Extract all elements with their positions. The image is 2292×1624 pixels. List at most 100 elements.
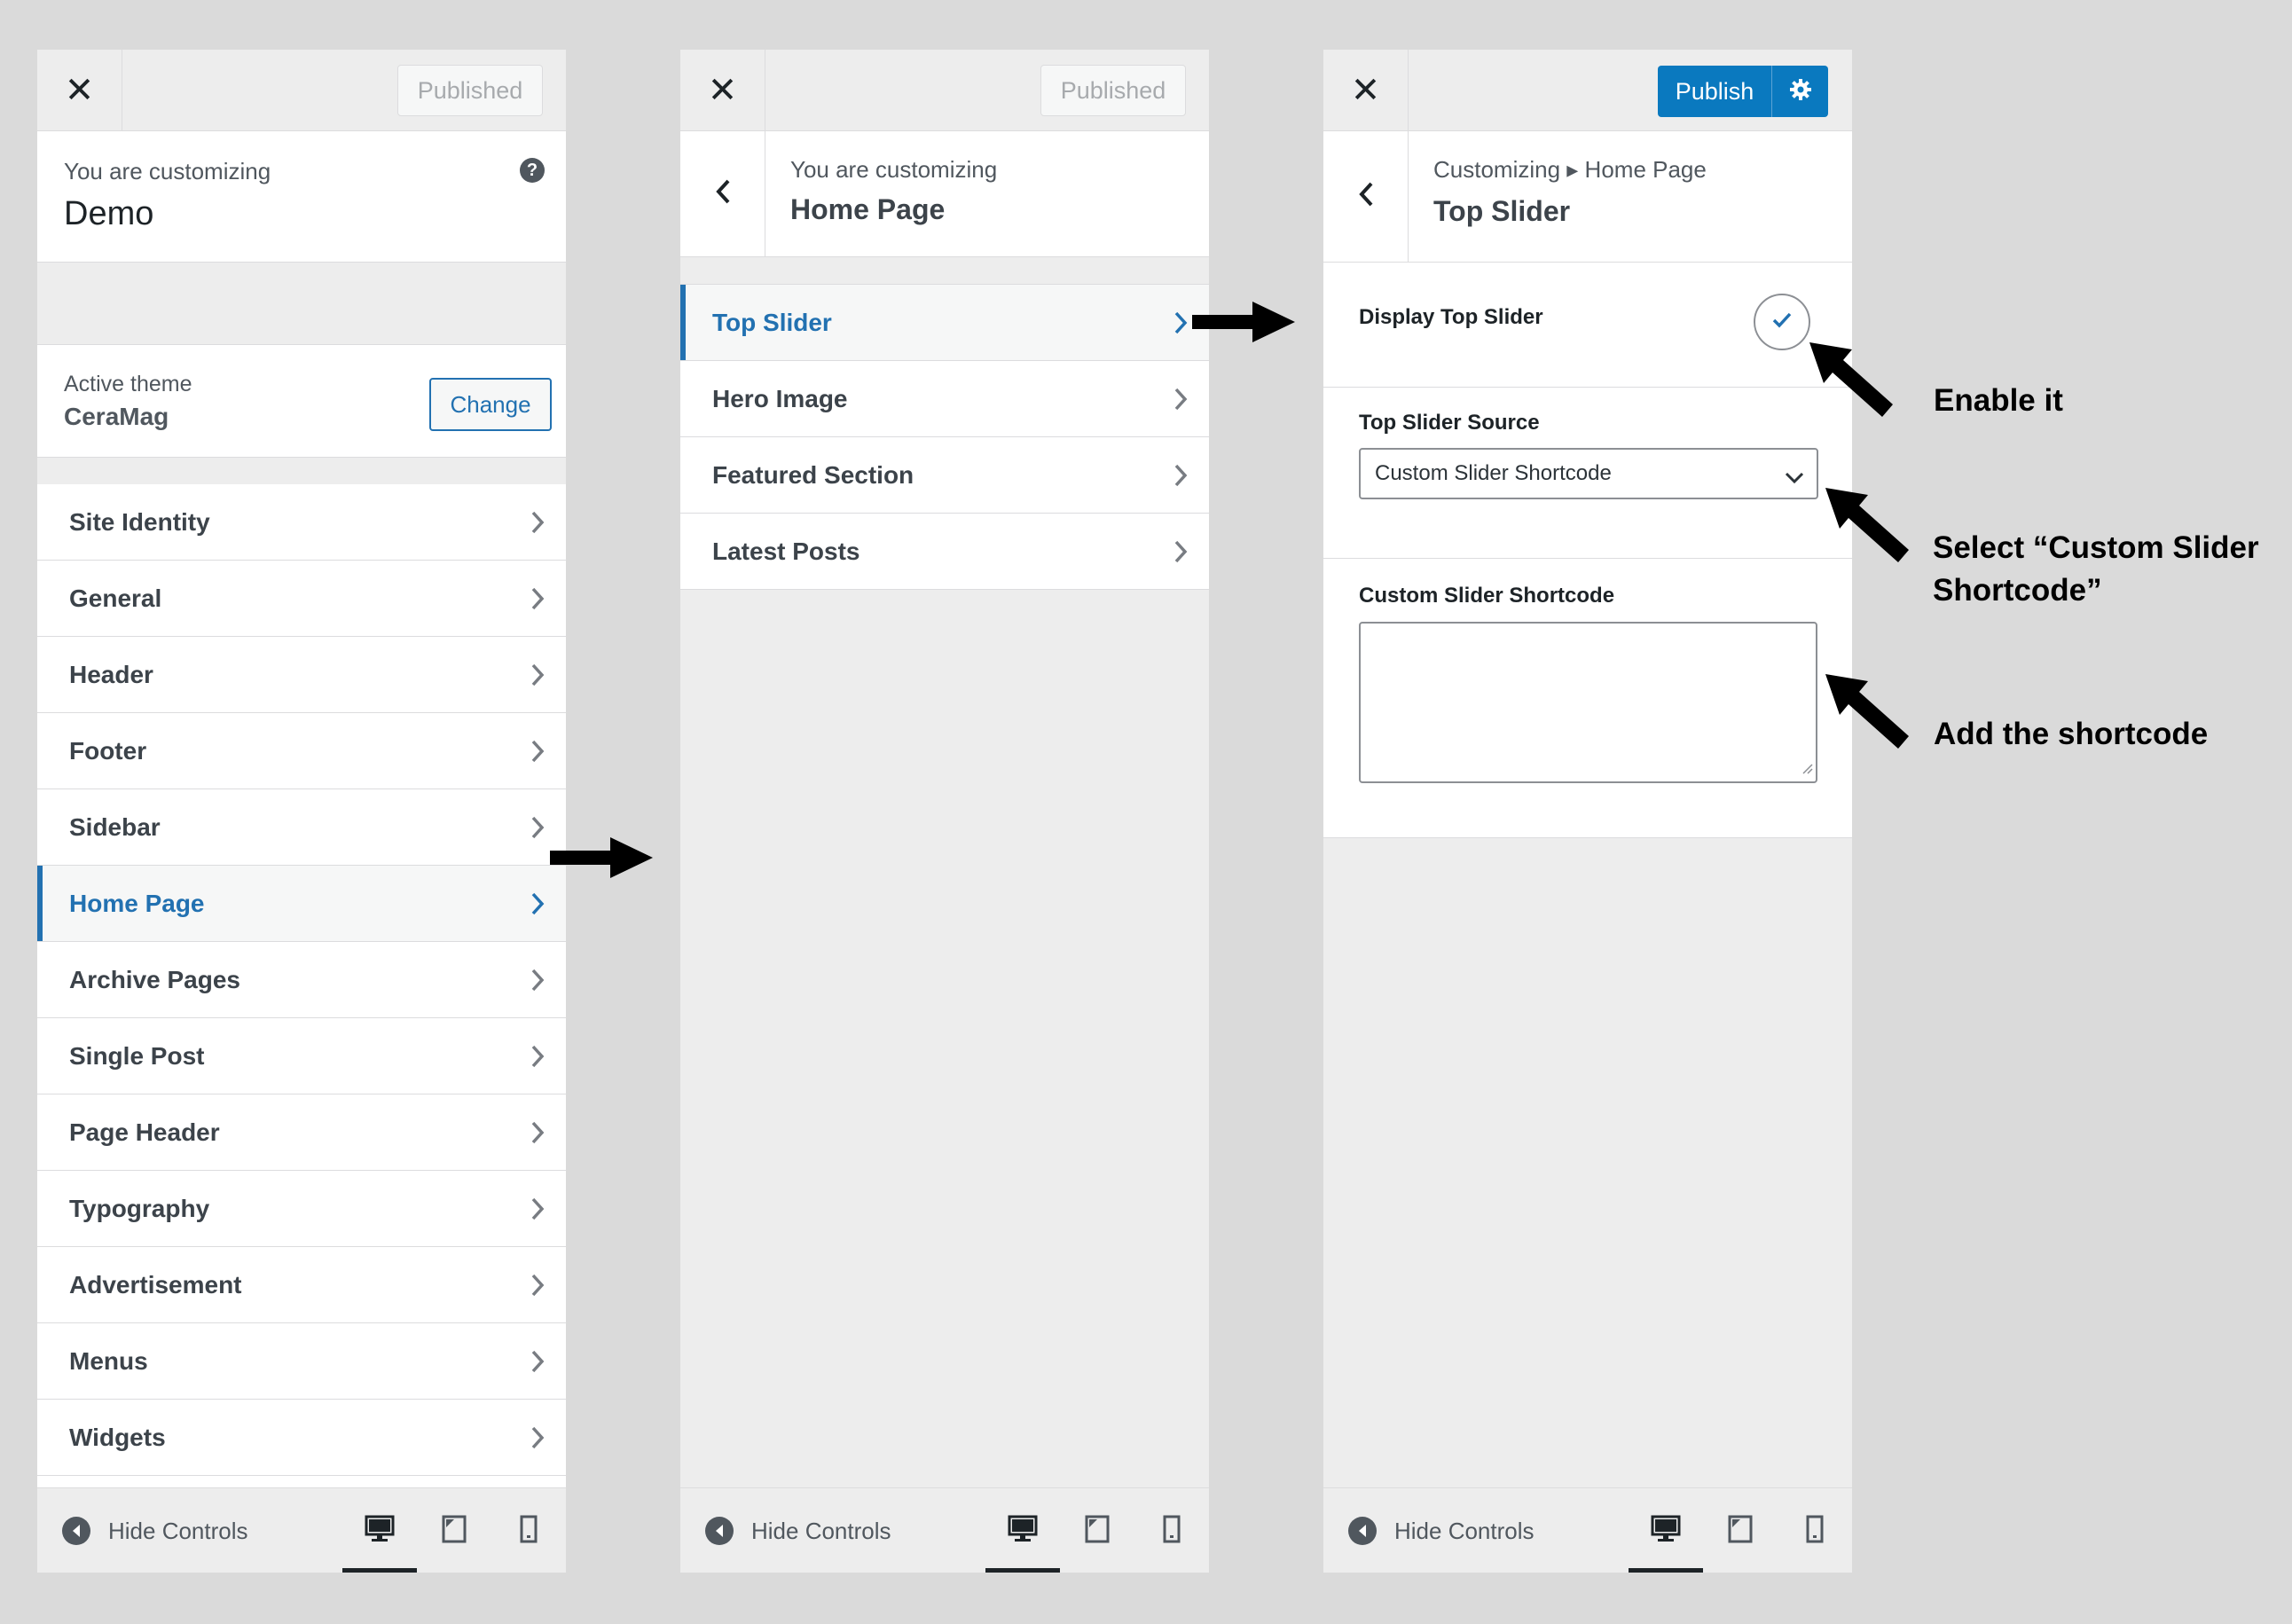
section-item-label: General xyxy=(69,584,162,612)
resize-handle-icon[interactable] xyxy=(1801,762,1813,779)
chevron-right-icon xyxy=(530,663,545,694)
panel-header: You are customizing Home Page xyxy=(680,131,1209,257)
section-item[interactable]: Top Slider xyxy=(680,285,1209,361)
section-item[interactable]: Home Page xyxy=(37,866,566,942)
close-icon[interactable]: ✕ xyxy=(1323,50,1409,131)
theme-name: CeraMag xyxy=(64,403,169,430)
section-item[interactable]: General xyxy=(37,561,566,637)
chevron-right-icon xyxy=(1173,539,1188,570)
tablet-preview-button[interactable] xyxy=(1060,1488,1134,1573)
section-item-label: Menus xyxy=(69,1346,148,1375)
collapse-icon xyxy=(1348,1517,1377,1545)
arrow-right-icon xyxy=(1192,302,1295,342)
back-button[interactable] xyxy=(1323,131,1409,262)
tablet-preview-button[interactable] xyxy=(1703,1488,1778,1573)
collapse-icon xyxy=(62,1517,90,1545)
publish-button[interactable]: Publish xyxy=(1658,78,1771,106)
section-item[interactable]: Sidebar xyxy=(37,789,566,866)
desktop-icon xyxy=(1008,1515,1038,1548)
section-item[interactable]: Advertisement xyxy=(37,1247,566,1323)
section-title: Home Page xyxy=(790,193,946,225)
section-item[interactable]: Footer xyxy=(37,713,566,789)
tablet-icon xyxy=(442,1515,467,1548)
published-button: Published xyxy=(397,65,543,116)
display-top-slider-label: Display Top Slider xyxy=(1359,305,1543,329)
top-slider-source-select[interactable]: Custom Slider Shortcode xyxy=(1359,448,1818,499)
annotation-select-line1: Select “Custom Slider xyxy=(1933,530,2259,565)
back-button[interactable] xyxy=(680,131,765,256)
chevron-right-icon xyxy=(530,1044,545,1075)
desktop-icon xyxy=(365,1515,395,1548)
display-top-slider-checkbox[interactable] xyxy=(1754,294,1810,350)
select-value: Custom Slider Shortcode xyxy=(1375,461,1612,485)
breadcrumb: Customizing ▸ Home Page xyxy=(1433,156,1707,183)
section-list: Site Identity General Header Footer Sidebar H… xyxy=(37,484,566,1552)
customizer-panel-top-slider: ✕ Publish Customizing ▸ Home Page Top Sl… xyxy=(1323,50,1852,1573)
section-item-label: Top Slider xyxy=(712,308,832,336)
chevron-down-icon xyxy=(1785,466,1804,490)
section-item[interactable]: Featured Section xyxy=(680,437,1209,514)
section-item-label: Featured Section xyxy=(712,460,914,489)
publish-settings-button[interactable] xyxy=(1772,78,1828,106)
checkmark-icon xyxy=(1771,311,1793,333)
mobile-preview-button[interactable] xyxy=(1134,1488,1209,1573)
desktop-preview-button[interactable] xyxy=(342,1488,417,1573)
device-switcher xyxy=(985,1488,1209,1573)
customizer-panel-main: ✕ Published You are customizing Demo ? A… xyxy=(37,50,566,1573)
mobile-preview-button[interactable] xyxy=(1778,1488,1852,1573)
section-item[interactable]: Site Identity xyxy=(37,484,566,561)
collapse-icon xyxy=(705,1517,734,1545)
custom-slider-shortcode-textarea[interactable] xyxy=(1359,622,1817,783)
desktop-icon xyxy=(1651,1515,1681,1548)
site-title: Demo xyxy=(64,195,154,232)
hide-controls-button[interactable]: Hide Controls xyxy=(1348,1488,1535,1573)
section-item-label: Sidebar xyxy=(69,812,161,841)
section-item-label: Footer xyxy=(69,736,147,765)
section-item-label: Header xyxy=(69,660,153,688)
section-item[interactable]: Widgets xyxy=(37,1400,566,1476)
hide-controls-button[interactable]: Hide Controls xyxy=(62,1488,248,1573)
section-item-label: Page Header xyxy=(69,1118,220,1146)
mobile-icon xyxy=(1806,1515,1824,1548)
annotation-enable: Enable it xyxy=(1934,383,2063,418)
help-icon[interactable]: ? xyxy=(520,158,545,183)
mobile-icon xyxy=(1163,1515,1181,1548)
section-title: Top Slider xyxy=(1433,195,1571,227)
chevron-right-icon xyxy=(530,891,545,922)
customizer-header: ✕ Published xyxy=(37,50,566,131)
customizer-header: ✕ Publish xyxy=(1323,50,1852,131)
section-item-label: Home Page xyxy=(69,889,205,917)
section-item[interactable]: Single Post xyxy=(37,1018,566,1094)
desktop-preview-button[interactable] xyxy=(985,1488,1060,1573)
desktop-preview-button[interactable] xyxy=(1629,1488,1703,1573)
top-slider-source-control: Top Slider Source Custom Slider Shortcod… xyxy=(1323,388,1852,559)
section-item[interactable]: Menus xyxy=(37,1323,566,1400)
tablet-icon xyxy=(1085,1515,1110,1548)
chevron-right-icon xyxy=(1173,387,1188,418)
active-theme-label: Active theme xyxy=(64,372,192,396)
section-item[interactable]: Latest Posts xyxy=(680,514,1209,590)
section-item[interactable]: Archive Pages xyxy=(37,942,566,1018)
mobile-icon xyxy=(520,1515,538,1548)
close-icon[interactable]: ✕ xyxy=(37,50,122,131)
customizer-header: ✕ Published xyxy=(680,50,1209,131)
chevron-right-icon xyxy=(530,586,545,617)
tablet-preview-button[interactable] xyxy=(417,1488,491,1573)
section-item[interactable]: Typography xyxy=(37,1171,566,1247)
section-item[interactable]: Header xyxy=(37,637,566,713)
chevron-left-icon xyxy=(715,178,731,209)
mobile-preview-button[interactable] xyxy=(491,1488,566,1573)
section-item-label: Single Post xyxy=(69,1041,205,1070)
annotation-add: Add the shortcode xyxy=(1934,717,2209,751)
hide-controls-button[interactable]: Hide Controls xyxy=(705,1488,891,1573)
customizer-footer: Hide Controls xyxy=(37,1487,566,1573)
customizer-panel-home-page: ✕ Published You are customizing Home Pag… xyxy=(680,50,1209,1573)
close-icon[interactable]: ✕ xyxy=(680,50,765,131)
section-item[interactable]: Page Header xyxy=(37,1094,566,1171)
published-button: Published xyxy=(1040,65,1186,116)
publish-button-group: Publish xyxy=(1658,66,1828,117)
hide-controls-label: Hide Controls xyxy=(108,1517,248,1544)
section-item[interactable]: Hero Image xyxy=(680,361,1209,437)
change-theme-button[interactable]: Change xyxy=(429,378,552,431)
customize-info: You are customizing Demo ? xyxy=(37,131,566,263)
